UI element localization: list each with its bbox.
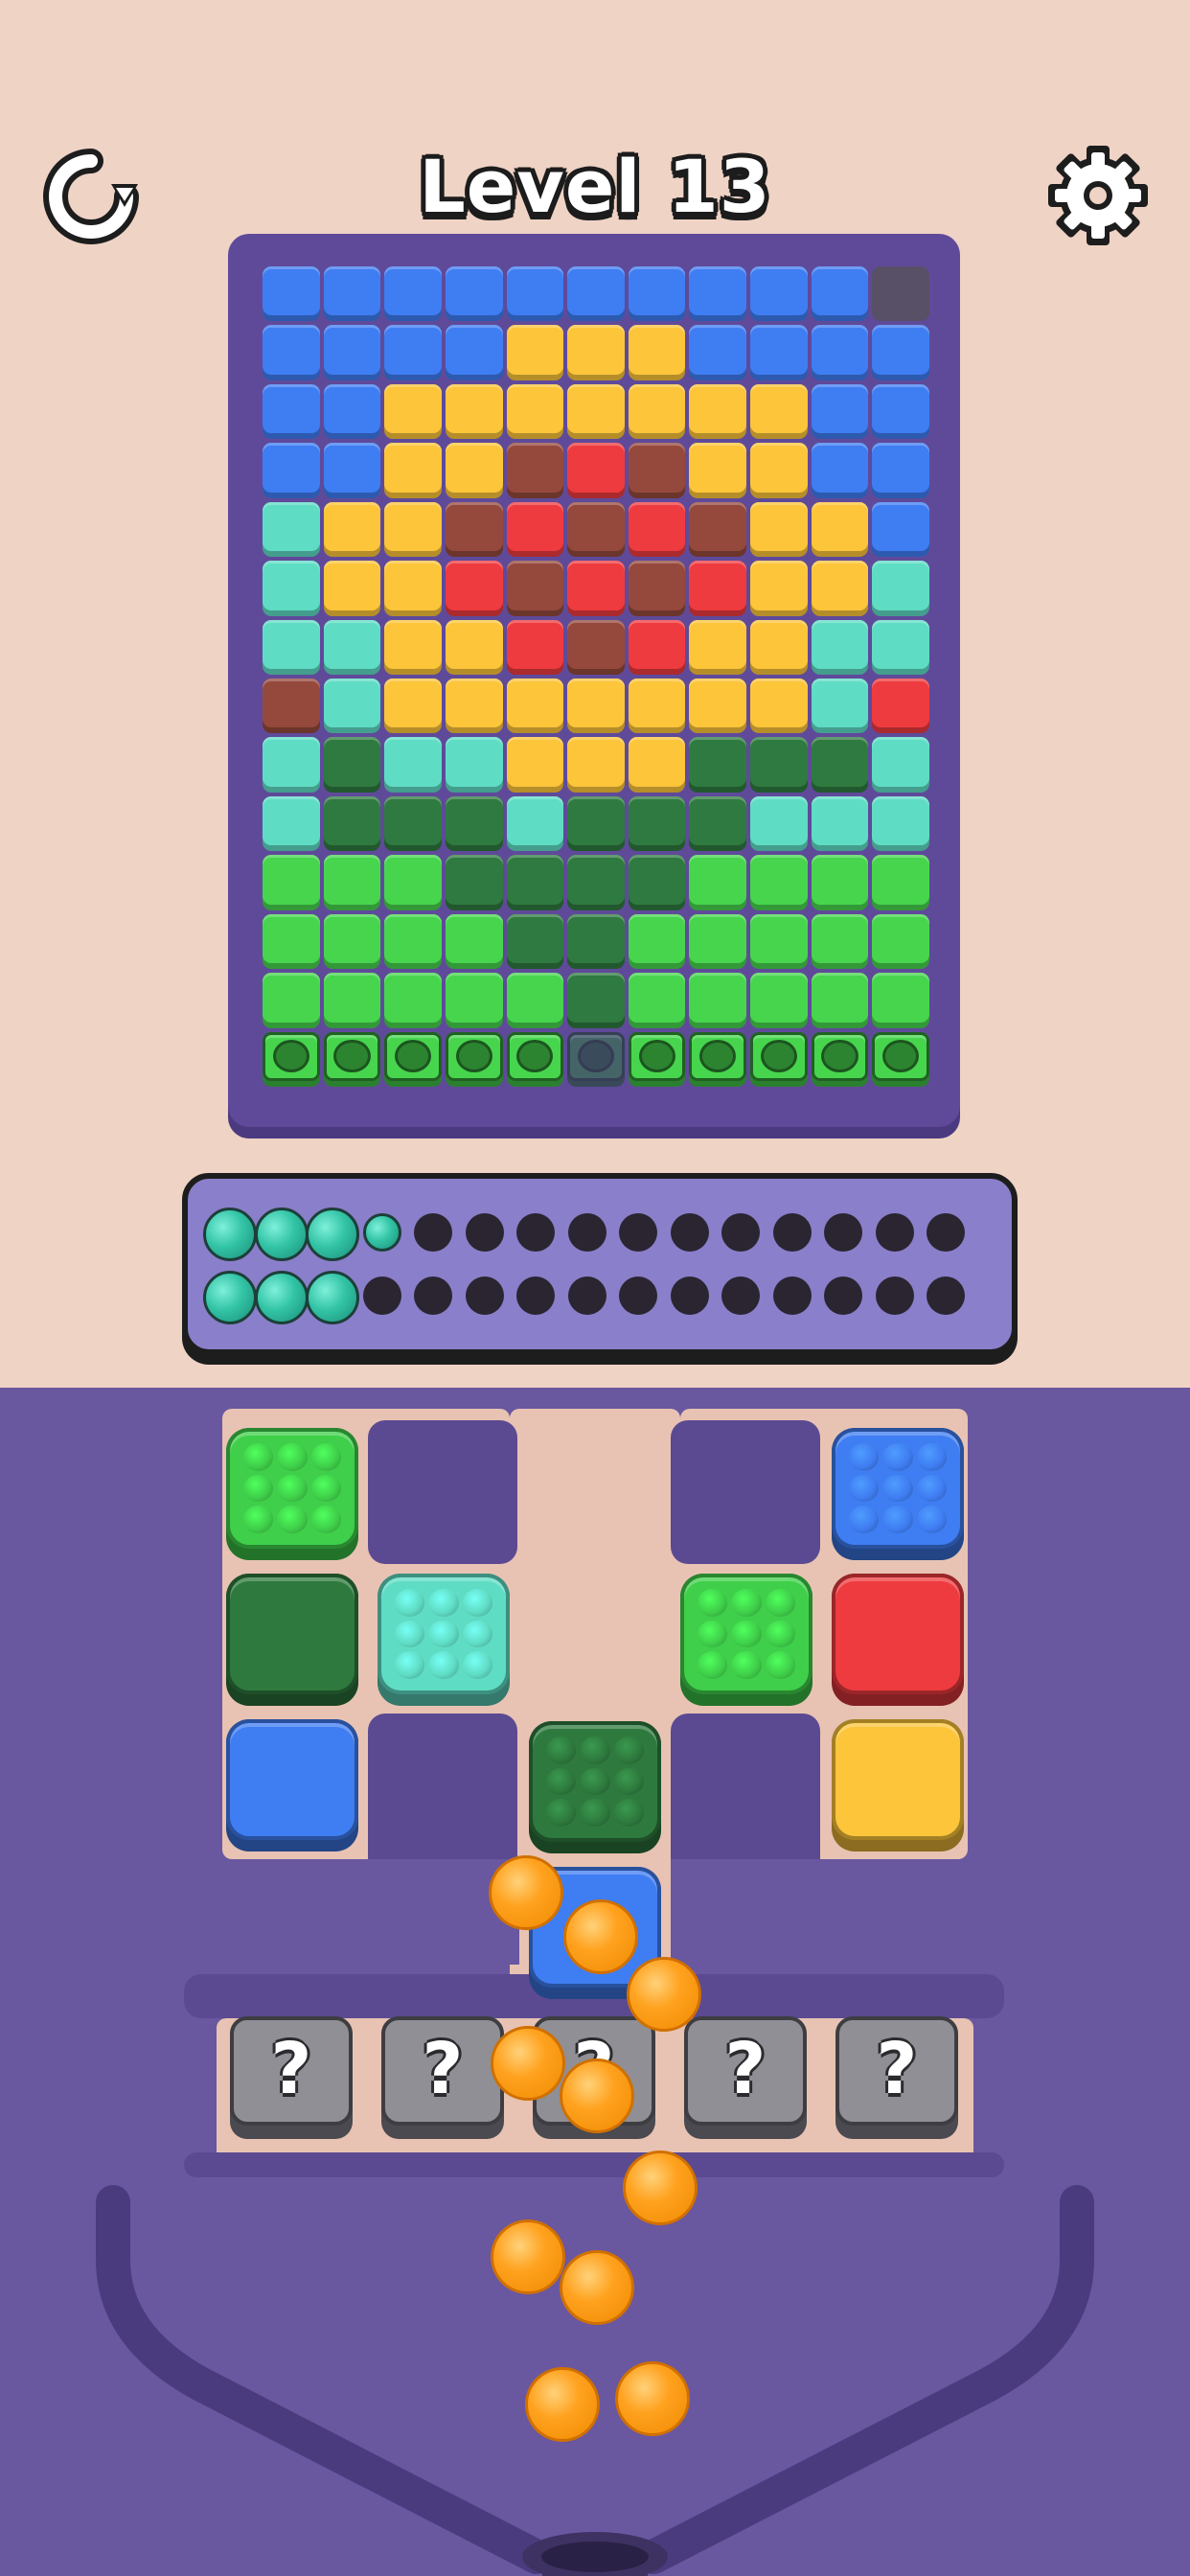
orange-ball xyxy=(615,2361,690,2436)
orange-ball xyxy=(563,1899,638,1974)
orange-ball xyxy=(491,2026,565,2101)
orange-ball-layer xyxy=(0,0,1190,2576)
orange-ball xyxy=(560,2250,634,2325)
orange-ball xyxy=(560,2058,634,2133)
orange-ball xyxy=(525,2367,600,2442)
orange-ball xyxy=(491,2220,565,2294)
orange-ball xyxy=(489,1855,563,1930)
orange-ball xyxy=(623,2150,698,2225)
orange-ball xyxy=(627,1957,701,2032)
